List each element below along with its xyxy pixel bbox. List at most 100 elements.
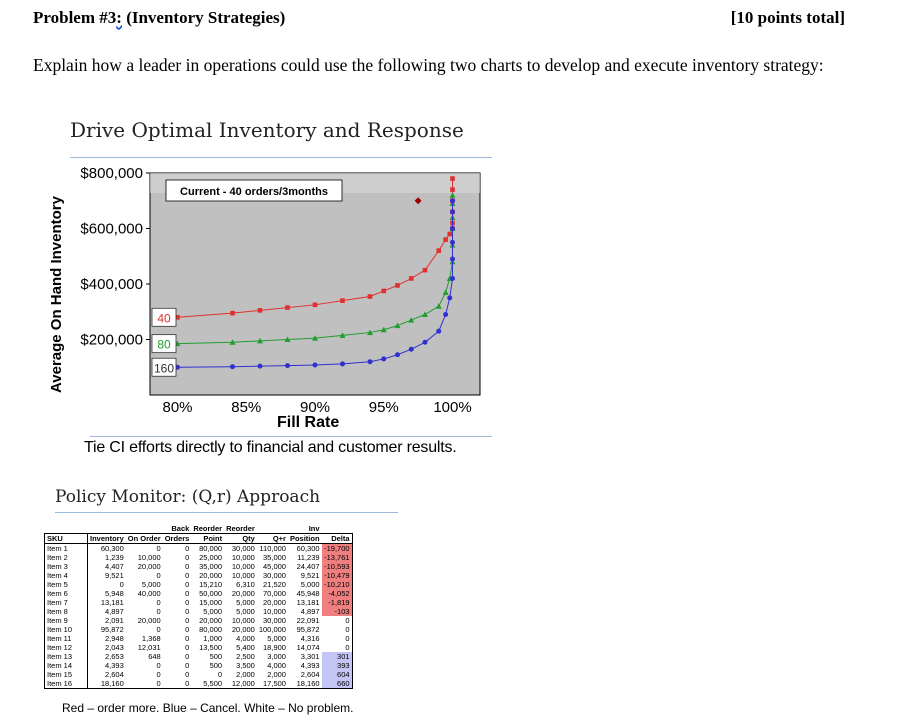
chart-footer-text: Tie CI efforts directly to financial and…: [84, 439, 457, 456]
sku-cell: Item 12: [44, 643, 88, 652]
x-tick-label: 85%: [231, 399, 261, 416]
table-row: Item 1 60,300 0 0 80,000 30,000 110,000 60,300-…: [44, 543, 353, 553]
table-cell: 45,948: [296, 589, 320, 598]
table-cell: 4,000: [267, 661, 286, 670]
series-point-160: [450, 209, 455, 215]
sku-cell: Item 13: [44, 652, 88, 661]
table-cell: 5,000: [203, 607, 223, 616]
y-tick-label: $400,000: [80, 276, 143, 293]
series-point-160: [436, 328, 442, 334]
table-cell: 13,500: [199, 643, 223, 652]
table-cell: 11,239: [297, 553, 320, 562]
problem-heading: Problem #3: (Inventory Strategies): [33, 8, 285, 28]
table-cell: 4,393: [104, 661, 124, 670]
table-cell: 0: [185, 634, 190, 643]
table-row: Item 4 9,521 0 0 20,000 10,000 30,000 9,521 -10,…: [44, 571, 353, 580]
delta-cell: -1,819: [321, 598, 353, 607]
table-cell: 0: [156, 607, 161, 616]
series-legend-label: 80: [157, 338, 171, 352]
series-point-40: [285, 305, 290, 310]
table-cell: 20,000: [231, 589, 255, 598]
column-header-top: [45, 524, 88, 534]
table-cell: 18,900: [263, 643, 286, 652]
table-cell: 25,000: [199, 553, 223, 562]
inventory-fill-rate-chart: $800,000 $600,000 $400,000 $200,000 80% 85% 9…: [80, 165, 481, 416]
series-point-160: [340, 361, 345, 367]
delta-cell: -103: [321, 607, 353, 616]
delta-cell: 393: [321, 661, 353, 670]
table-cell: 9,521: [104, 571, 124, 580]
x-tick-label: 80%: [162, 399, 192, 416]
table-cell: 5,000: [141, 580, 161, 589]
table-cell: 0: [156, 625, 161, 634]
footer-rule: [90, 436, 492, 437]
delta-cell: -13,761: [321, 553, 353, 562]
table-cell: 0: [185, 562, 190, 571]
sku-cell: Item 6: [44, 589, 88, 598]
table-cell: 0: [156, 598, 161, 607]
table-cell: 10,000: [137, 553, 161, 562]
table-cell: 0: [156, 661, 161, 670]
table-cell: 100,000: [258, 625, 286, 634]
table-cell: 2,948: [104, 634, 124, 643]
series-point-160: [230, 364, 235, 370]
table-cell: 20,000: [199, 571, 223, 580]
table-cell: 6,310: [236, 580, 255, 589]
series-point-160: [285, 363, 290, 369]
delta-cell: 604: [321, 670, 353, 679]
delta-cell: 0: [321, 616, 353, 625]
table-cell: 95,872: [100, 625, 124, 634]
column-header-top: [257, 524, 288, 534]
column-header: Delta: [321, 533, 353, 544]
sku-cell: Item 15: [44, 670, 88, 679]
table-cell: 5,000: [267, 634, 286, 643]
table-cell: 0: [185, 571, 190, 580]
series-point-160: [450, 256, 455, 262]
table-cell: 4,316: [300, 634, 320, 643]
annotation-text: Current - 40 orders/3months: [180, 186, 328, 198]
x-tick-label: 95%: [369, 399, 399, 416]
table-cell: 1,000: [203, 634, 223, 643]
series-point-40: [436, 248, 442, 253]
table-cell: 14,074: [296, 643, 320, 652]
series-legend-label: 160: [154, 361, 174, 375]
table-cell: 45,000: [263, 562, 286, 571]
sku-cell: Item 7: [44, 598, 88, 607]
column-header: On Order: [125, 533, 163, 544]
series-point-40: [367, 294, 373, 299]
table-cell: 22,091: [296, 616, 320, 625]
table-cell: 0: [185, 544, 190, 553]
table-cell: 4,897: [300, 607, 320, 616]
column-header-top: Reorder: [193, 524, 223, 533]
table-cell: 2,000: [267, 670, 286, 679]
table-row: Item 5 0 5,000 0 15,210 6,310 21,520 5,000 -10,2…: [44, 580, 353, 589]
table-cell: 13,181: [100, 598, 124, 607]
delta-cell: 0: [321, 634, 353, 643]
policy-table: Back Reorder Reorder Inv SKU Inventory On Orde…: [44, 524, 353, 689]
table-cell: 21,520: [263, 580, 286, 589]
table-cell: 3,301: [300, 652, 320, 661]
delta-cell: -10,210: [321, 580, 353, 589]
table-row: Item 9 2,091 20,000 0 20,000 10,000 30,000 22,0…: [44, 616, 353, 625]
column-header-top: Inv: [308, 524, 320, 533]
series-point-160: [450, 198, 455, 204]
title-rule: [70, 157, 492, 158]
table-cell: 10,000: [231, 562, 255, 571]
column-header-top: Reorder: [226, 524, 255, 533]
series-point-160: [450, 226, 455, 231]
series-point-40: [450, 176, 455, 181]
column-header-top: [322, 524, 353, 534]
table-cell: 0: [185, 598, 190, 607]
column-header: Point: [191, 533, 225, 544]
table-cell: 10,000: [231, 616, 255, 625]
delta-cell: -10,593: [321, 562, 353, 571]
sku-cell: Item 10: [44, 625, 88, 634]
table-cell: 2,000: [236, 670, 255, 679]
table-cell: 2,500: [236, 652, 255, 661]
question-text: Explain how a leader in operations could…: [33, 55, 824, 75]
column-header: Qty: [224, 533, 257, 544]
series-point-160: [257, 363, 263, 369]
series-point-160: [450, 239, 455, 245]
series-point-40: [422, 267, 428, 273]
delta-cell: 660: [321, 679, 353, 689]
